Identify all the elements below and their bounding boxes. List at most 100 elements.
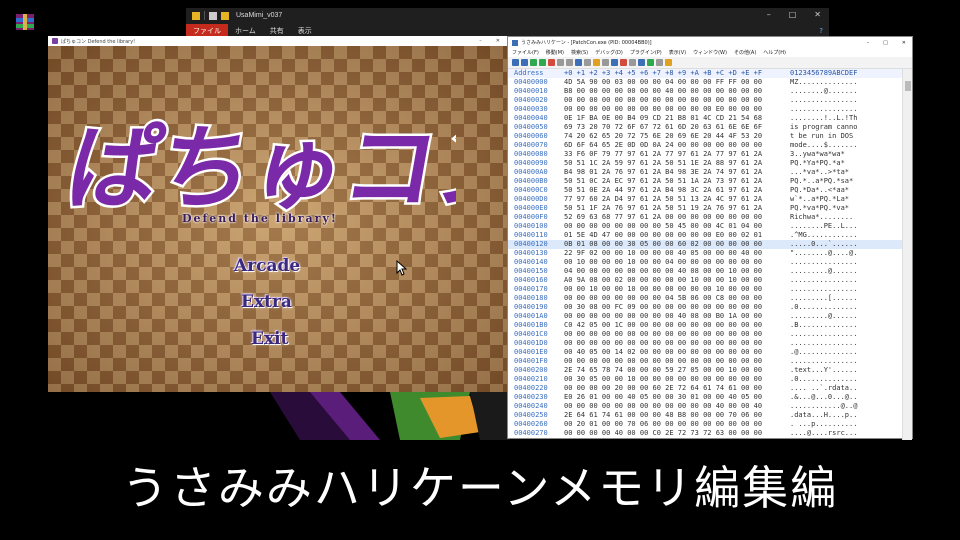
hex-row-ascii[interactable]: ...*va*..>*ta*	[788, 168, 904, 177]
close-icon[interactable]: ✕	[496, 38, 500, 44]
stop-icon[interactable]	[548, 59, 555, 66]
hex-row-bytes[interactable]: 04 00 00 00 00 00 00 00 00 40 08 00 00 1…	[564, 267, 788, 276]
hex-row[interactable]: 00400210 00 30 05 00 00 10 00 00 00 00 00…	[508, 375, 904, 384]
hex-row[interactable]: 004000B0 50 51 0C 2A EC 97 61 2A 50 51 1A…	[508, 177, 904, 186]
search-icon[interactable]	[575, 59, 582, 66]
folder-icon[interactable]	[209, 11, 217, 20]
hex-row[interactable]: 00400170 00 00 10 00 00 10 00 00 00 00 00…	[508, 285, 904, 294]
hex-row-ascii[interactable]: ................	[788, 96, 904, 105]
hex-row-ascii[interactable]: Richwa*........	[788, 213, 904, 222]
copy-icon[interactable]	[557, 59, 564, 66]
hex-row-bytes[interactable]: 00 00 00 00 00 00 00 00 00 40 08 00 B0 1…	[564, 312, 788, 321]
hex-row-ascii[interactable]: ........PE..L...	[788, 222, 904, 231]
hex-row[interactable]: 00400180 00 00 00 00 00 00 00 00 04 5B 06…	[508, 294, 904, 303]
hex-row-bytes[interactable]: A0 9A 08 00 02 00 00 00 00 00 10 00 00 1…	[564, 276, 788, 285]
hex-row-ascii[interactable]: MZ..............	[788, 78, 904, 87]
hex-row[interactable]: 00400080 33 F6 0F 79 77 97 61 2A 77 97 61…	[508, 150, 904, 159]
hex-titlebar[interactable]: うさみみハリケーン - [PatchCon.exe (PID: 00004BB0…	[508, 37, 912, 48]
hex-scrollbar[interactable]	[902, 69, 912, 440]
hex-row-bytes[interactable]: 00 00 00 00 40 00 00 C0 2E 72 73 72 63 0…	[564, 429, 788, 438]
hex-row-ascii[interactable]: ................	[788, 339, 904, 348]
hex-row-ascii[interactable]: ................	[788, 330, 904, 339]
hex-row-bytes[interactable]: B8 00 00 00 00 00 00 00 40 00 00 00 00 0…	[564, 87, 788, 96]
hex-row-bytes[interactable]: 00 00 00 00 00 00 00 00 00 00 00 00 00 0…	[564, 96, 788, 105]
tools-icon[interactable]	[656, 59, 663, 66]
menu-other[interactable]: その他(A)	[734, 49, 756, 56]
hex-row-ascii[interactable]: PQ.*Da*..<*aa*	[788, 186, 904, 195]
hex-row-bytes[interactable]: 2E 64 61 74 61 00 00 00 48 B8 00 00 00 7…	[564, 411, 788, 420]
hex-row[interactable]: 004000D0 77 97 60 2A D4 97 61 2A 50 51 13…	[508, 195, 904, 204]
hex-row-bytes[interactable]: 2E 74 65 78 74 00 00 00 59 27 05 00 00 1…	[564, 366, 788, 375]
hex-row-bytes[interactable]: 74 20 62 65 20 72 75 6E 20 69 6E 20 44 4…	[564, 132, 788, 141]
hex-row-ascii[interactable]: .@..............	[788, 348, 904, 357]
hex-row[interactable]: 00400110 01 5E 4D 47 00 00 00 00 00 00 00…	[508, 231, 904, 240]
hex-row[interactable]: 00400010 B8 00 00 00 00 00 00 00 40 00 00…	[508, 87, 904, 96]
hex-row-ascii[interactable]: .^MG............	[788, 231, 904, 240]
menu-help[interactable]: ヘルプ(H)	[763, 49, 786, 56]
menu-view[interactable]: 表示(V)	[669, 49, 686, 56]
hex-row-bytes[interactable]: 00 00 00 00 00 00 00 00 04 5B 06 00 C8 0…	[564, 294, 788, 303]
scrollbar-thumb[interactable]	[905, 81, 911, 91]
hex-row-ascii[interactable]: .........[......	[788, 294, 904, 303]
hex-row-ascii[interactable]: ................	[788, 357, 904, 366]
menu-exit[interactable]: Exit	[251, 329, 288, 349]
hex-row[interactable]: 00400240 00 00 00 00 00 00 00 00 00 00 00…	[508, 402, 904, 411]
minimize-icon[interactable]: –	[767, 10, 771, 19]
hex-row[interactable]: 00400160 A0 9A 08 00 02 00 00 00 00 00 10…	[508, 276, 904, 285]
hex-row[interactable]: 00400130 22 9F 02 00 00 10 00 00 00 40 05…	[508, 249, 904, 258]
game-titlebar[interactable]: ぱちゅコン Defend the library! – ✕	[48, 36, 508, 46]
hex-row-ascii[interactable]: .........@......	[788, 267, 904, 276]
hex-row[interactable]: 004000C0 50 51 0E 2A 44 97 61 2A B4 98 3C…	[508, 186, 904, 195]
minimize-icon[interactable]: –	[479, 38, 482, 44]
hex-row-bytes[interactable]: 00 00 00 00 00 00 00 00 00 00 00 00 00 0…	[564, 357, 788, 366]
hex-row-bytes[interactable]: 69 73 20 70 72 6F 67 72 61 6D 20 63 61 6…	[564, 123, 788, 132]
hex-row[interactable]: 00400220 00 00 00 00 20 00 00 60 2E 72 64…	[508, 384, 904, 393]
hex-row-ascii[interactable]: PQ.*Ya*PQ.*a*	[788, 159, 904, 168]
hex-row-ascii[interactable]: w`*..a*PQ.*La*	[788, 195, 904, 204]
paste-icon[interactable]	[566, 59, 573, 66]
hex-row[interactable]: 00400000 4D 5A 90 00 03 00 00 00 04 00 00…	[508, 78, 904, 87]
hex-row[interactable]: 00400190 00 30 08 00 FC 09 00 00 00 00 00…	[508, 303, 904, 312]
hex-row-bytes[interactable]: 50 51 0C 2A EC 97 61 2A 50 51 1A 2A 73 9…	[564, 177, 788, 186]
hex-row-ascii[interactable]: PQ.*va*PQ.*va*	[788, 204, 904, 213]
maximize-icon[interactable]: □	[789, 10, 797, 19]
hex-row-ascii[interactable]: .data...H....p..	[788, 411, 904, 420]
close-icon[interactable]: ✕	[902, 40, 906, 46]
help-icon[interactable]: ?	[812, 25, 829, 37]
hex-row-bytes[interactable]: 00 00 00 00 20 00 00 60 2E 72 64 61 74 6…	[564, 384, 788, 393]
hex-row-ascii[interactable]: ................	[788, 276, 904, 285]
hex-row-bytes[interactable]: 52 69 63 68 77 97 61 2A 00 00 00 00 00 0…	[564, 213, 788, 222]
star-icon[interactable]	[665, 59, 672, 66]
explorer-titlebar[interactable]: UsaMimi_v037 – □ ✕	[186, 8, 829, 23]
hex-row-bytes[interactable]: 77 97 60 2A D4 97 61 2A 50 51 13 2A 4C 9…	[564, 195, 788, 204]
hex-row-bytes[interactable]: 00 30 08 00 FC 09 00 00 00 00 00 00 00 0…	[564, 303, 788, 312]
hex-row-bytes[interactable]: B4 98 01 2A 76 97 61 2A B4 98 3E 2A 74 9…	[564, 168, 788, 177]
hex-row-bytes[interactable]: 00 00 00 00 00 00 00 00 00 00 00 00 40 0…	[564, 402, 788, 411]
hex-row-bytes[interactable]: 6D 6F 64 65 2E 0D 0D 0A 24 00 00 00 00 0…	[564, 141, 788, 150]
hex-row-ascii[interactable]: . ...p..........	[788, 420, 904, 429]
hex-row-bytes[interactable]: E0 26 01 00 00 40 05 00 00 30 01 00 00 4…	[564, 393, 788, 402]
hex-row-ascii[interactable]: .....0...`......	[788, 240, 904, 249]
hex-row[interactable]: 004000E0 50 51 1F 2A 76 97 61 2A 50 51 19…	[508, 204, 904, 213]
hex-row-bytes[interactable]: 00 00 00 00 00 00 00 00 00 00 00 00 E0 0…	[564, 105, 788, 114]
hex-row-bytes[interactable]: 50 51 1C 2A 59 97 61 2A 50 51 1E 2A 88 9…	[564, 159, 788, 168]
hex-row[interactable]: 00400020 00 00 00 00 00 00 00 00 00 00 00…	[508, 96, 904, 105]
hex-row[interactable]: 00400200 2E 74 65 78 74 00 00 00 59 27 05…	[508, 366, 904, 375]
hex-row-ascii[interactable]: .B..............	[788, 321, 904, 330]
hex-row-ascii[interactable]: ................	[788, 258, 904, 267]
list-icon[interactable]	[584, 59, 591, 66]
hex-row-bytes[interactable]: 22 9F 02 00 00 10 00 00 00 40 05 00 00 0…	[564, 249, 788, 258]
hex-row[interactable]: 004000F0 52 69 63 68 77 97 61 2A 00 00 00…	[508, 213, 904, 222]
hex-dump[interactable]: 00400000 4D 5A 90 00 03 00 00 00 04 00 00…	[508, 78, 904, 440]
hex-row[interactable]: 00400120 0B 01 08 00 00 30 05 00 00 60 02…	[508, 240, 904, 249]
hex-row[interactable]: 00400140 00 10 00 00 00 10 00 00 04 00 00…	[508, 258, 904, 267]
forward-icon[interactable]	[521, 59, 528, 66]
hex-row[interactable]: 00400090 50 51 1C 2A 59 97 61 2A 50 51 1E…	[508, 159, 904, 168]
hex-row-ascii[interactable]: .........@......	[788, 312, 904, 321]
hex-row-bytes[interactable]: 4D 5A 90 00 03 00 00 00 04 00 00 00 FF F…	[564, 78, 788, 87]
hex-row[interactable]: 00400250 2E 64 61 74 61 00 00 00 48 B8 00…	[508, 411, 904, 420]
minimize-icon[interactable]: –	[867, 40, 870, 46]
hex-row-ascii[interactable]: is program canno	[788, 123, 904, 132]
winrar-desktop-icon[interactable]	[14, 12, 36, 32]
hex-row-ascii[interactable]: ................	[788, 285, 904, 294]
